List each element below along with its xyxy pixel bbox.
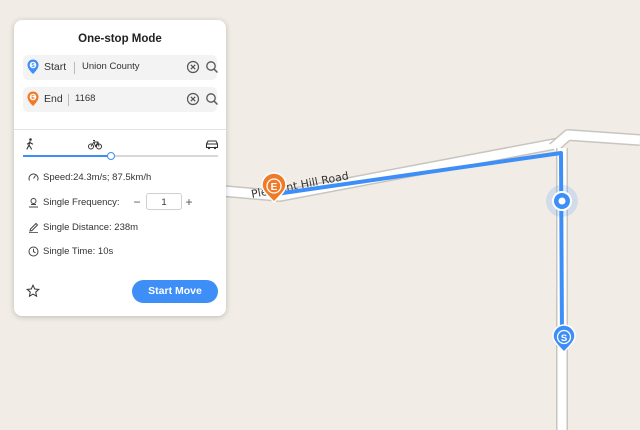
- end-marker-letter: E: [271, 182, 278, 193]
- speed-text: Speed:24.3m/s; 87.5km/h: [43, 172, 152, 183]
- frequency-decrement-button[interactable]: −: [132, 196, 142, 208]
- clear-end-icon[interactable]: [186, 92, 200, 106]
- search-end-icon[interactable]: [205, 92, 219, 106]
- separator: [68, 94, 69, 106]
- separator: [74, 62, 75, 74]
- distance-text: Single Distance: 238m: [43, 222, 139, 233]
- start-label: Start: [44, 61, 67, 73]
- start-pin-icon: S: [27, 59, 39, 74]
- frequency-increment-button[interactable]: +: [184, 196, 194, 208]
- time-text: Single Time: 10s: [43, 246, 114, 257]
- clear-start-icon[interactable]: [186, 60, 200, 74]
- one-stop-panel: One-stop Mode S Start Union County E End…: [14, 20, 226, 316]
- speedometer-icon: [28, 173, 39, 181]
- panel-title: One-stop Mode: [78, 33, 162, 45]
- speed-slider-handle[interactable]: [106, 152, 115, 160]
- clock-icon: [28, 246, 39, 257]
- current-location-marker[interactable]: [546, 185, 578, 217]
- person-pin-icon: [29, 198, 38, 208]
- frequency-label: Single Frequency:: [43, 197, 120, 208]
- start-move-button[interactable]: Start Move: [132, 280, 218, 303]
- frequency-row: Single Frequency: − 1 +: [28, 193, 218, 210]
- start-value[interactable]: Union County: [82, 61, 140, 72]
- favorite-star-icon[interactable]: [26, 284, 40, 298]
- pencil-icon: [29, 222, 39, 233]
- car-icon[interactable]: [205, 138, 219, 150]
- end-location-field[interactable]: E End 1168: [23, 87, 219, 112]
- divider: [14, 129, 226, 130]
- bike-icon[interactable]: [88, 138, 102, 150]
- speed-slider[interactable]: [23, 152, 218, 160]
- search-start-icon[interactable]: [205, 60, 219, 74]
- start-location-field[interactable]: S Start Union County: [23, 55, 219, 80]
- frequency-input[interactable]: 1: [146, 193, 182, 210]
- speed-slider-fill: [23, 155, 111, 157]
- start-marker-letter: S: [561, 333, 567, 344]
- end-pin-icon: E: [27, 91, 39, 106]
- end-label: End: [44, 93, 63, 105]
- end-value[interactable]: 1168: [75, 93, 95, 104]
- walk-icon[interactable]: [23, 138, 37, 150]
